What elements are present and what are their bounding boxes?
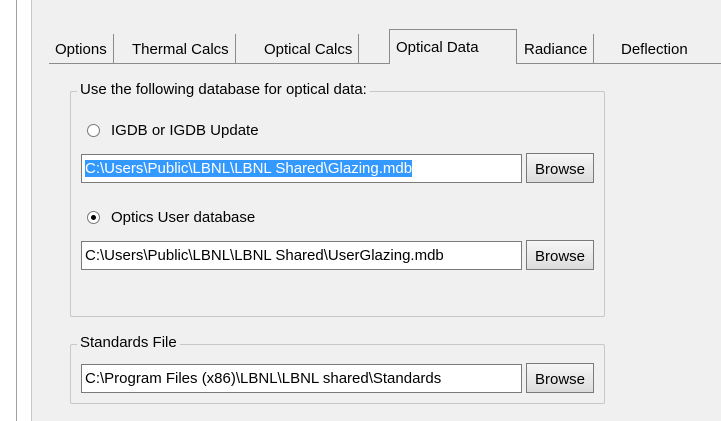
tab-deflection[interactable]: Deflection: [615, 34, 694, 63]
tab-strip: Options Thermal Calcs Optical Calcs Opti…: [49, 29, 721, 64]
igdb-radio[interactable]: [87, 124, 100, 137]
user-db-radio-label: Optics User database: [111, 209, 256, 226]
tab-optical-calcs[interactable]: Optical Calcs: [258, 34, 360, 63]
standards-group-legend: Standards File: [77, 334, 180, 351]
igdb-path-text: C:\Users\Public\LBNL\LBNL Shared\Glazing…: [85, 160, 413, 177]
user-db-radio[interactable]: [87, 211, 100, 224]
user-db-radio-option[interactable]: Optics User database: [87, 209, 255, 226]
user-db-browse-button[interactable]: Browse: [526, 240, 594, 270]
igdb-radio-option[interactable]: IGDB or IGDB Update: [87, 122, 259, 139]
database-group-legend: Use the following database for optical d…: [77, 81, 370, 98]
tab-options[interactable]: Options: [49, 34, 114, 63]
tab-thermal-calcs[interactable]: Thermal Calcs: [126, 34, 236, 63]
tab-radiance[interactable]: Radiance: [518, 34, 595, 63]
user-db-path-field[interactable]: C:\Users\Public\LBNL\LBNL Shared\UserGla…: [81, 241, 522, 270]
standards-path-text: C:\Program Files (x86)\LBNL\LBNL shared\…: [85, 370, 442, 387]
standards-group: Standards File C:\Program Files (x86)\LB…: [70, 334, 605, 404]
database-group: Use the following database for optical d…: [70, 81, 605, 317]
igdb-path-field[interactable]: C:\Users\Public\LBNL\LBNL Shared\Glazing…: [81, 154, 522, 183]
igdb-radio-label: IGDB or IGDB Update: [111, 122, 259, 139]
tab-optical-data[interactable]: Optical Data: [389, 29, 517, 64]
standards-path-field[interactable]: C:\Program Files (x86)\LBNL\LBNL shared\…: [81, 364, 522, 393]
igdb-browse-button[interactable]: Browse: [526, 153, 594, 183]
standards-browse-button[interactable]: Browse: [526, 363, 594, 393]
user-db-path-text: C:\Users\Public\LBNL\LBNL Shared\UserGla…: [85, 247, 444, 264]
window-edge-line: [16, 0, 17, 421]
